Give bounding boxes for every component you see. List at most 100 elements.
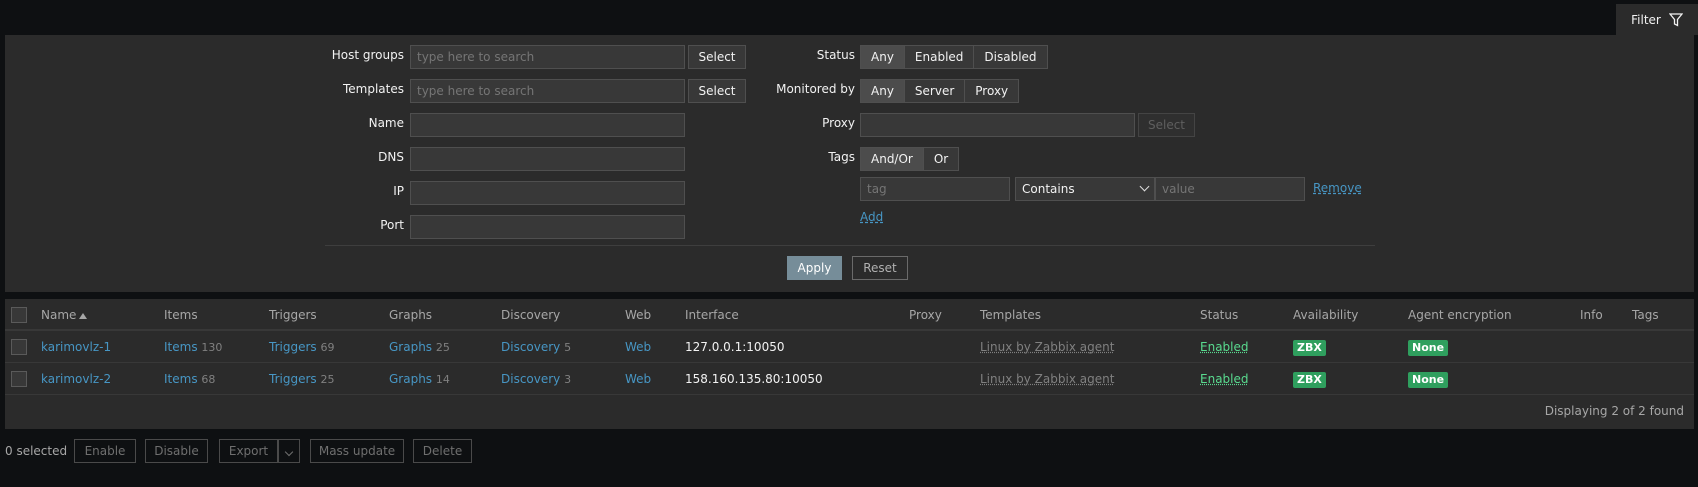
apply-button[interactable]: Apply [787, 256, 842, 280]
status-any-option[interactable]: Any [861, 46, 904, 68]
chevron-down-icon [284, 447, 294, 457]
template-link[interactable]: Linux by Zabbix agent [980, 331, 1114, 363]
tags-or-option[interactable]: Or [922, 148, 959, 170]
items-cell: Items 130 [164, 331, 222, 364]
table-row: karimovlz-2 Items 68 Triggers 25 Graphs … [5, 363, 1694, 395]
graphs-link[interactable]: Graphs [389, 372, 432, 386]
header-graphs: Graphs [389, 308, 433, 322]
name-label: Name [368, 116, 404, 130]
dns-input[interactable] [410, 147, 685, 171]
export-dropdown-button[interactable] [278, 439, 300, 463]
items-count: 130 [201, 341, 223, 354]
chevron-down-icon [1139, 181, 1150, 192]
discovery-cell: Discovery 5 [501, 331, 571, 364]
filter-tab[interactable]: Filter [1616, 4, 1698, 35]
monitored-by-label: Monitored by [776, 82, 855, 96]
tags-andor-option[interactable]: And/Or [861, 148, 923, 170]
graphs-cell: Graphs 25 [389, 331, 450, 364]
mass-update-button[interactable]: Mass update [310, 439, 404, 463]
host-groups-select-button[interactable]: Select [688, 45, 746, 69]
encryption-badge: None [1408, 339, 1449, 356]
web-link[interactable]: Web [625, 363, 651, 395]
proxy-select-button[interactable]: Select [1138, 113, 1195, 137]
header-interface: Interface [685, 308, 739, 322]
status-toggle[interactable]: Enabled [1200, 363, 1249, 395]
export-button[interactable]: Export [219, 439, 278, 463]
host-groups-label: Host groups [331, 48, 404, 62]
tags-label: Tags [828, 150, 855, 164]
status-toggle[interactable]: Enabled [1200, 331, 1249, 363]
items-link[interactable]: Items [164, 340, 198, 354]
tag-value-input[interactable] [1155, 177, 1305, 201]
discovery-link[interactable]: Discovery [501, 340, 560, 354]
row-checkbox[interactable] [11, 339, 27, 355]
header-items: Items [164, 308, 198, 322]
status-disabled-option[interactable]: Disabled [973, 46, 1047, 68]
host-groups-input[interactable] [410, 45, 685, 69]
header-info: Info [1580, 308, 1603, 322]
header-triggers: Triggers [269, 308, 317, 322]
discovery-link[interactable]: Discovery [501, 372, 560, 386]
hosts-table: Name Items Triggers Graphs Discovery Web… [5, 299, 1694, 429]
name-input[interactable] [410, 113, 685, 137]
proxy-input[interactable] [860, 113, 1135, 137]
triggers-link[interactable]: Triggers [269, 340, 317, 354]
host-name-link[interactable]: karimovlz-2 [41, 363, 111, 395]
row-checkbox[interactable] [11, 371, 27, 387]
dns-label: DNS [378, 150, 404, 164]
graphs-link[interactable]: Graphs [389, 340, 432, 354]
header-discovery: Discovery [501, 308, 561, 322]
template-link[interactable]: Linux by Zabbix agent [980, 363, 1114, 395]
header-name[interactable]: Name [41, 299, 88, 331]
tag-operator-value: Contains [1022, 182, 1075, 196]
web-link[interactable]: Web [625, 331, 651, 363]
header-templates: Templates [980, 308, 1042, 322]
triggers-count: 69 [320, 341, 335, 354]
items-count: 68 [201, 373, 216, 386]
zbx-badge: ZBX [1293, 339, 1326, 356]
delete-button[interactable]: Delete [413, 439, 472, 463]
monitored-by-proxy-option[interactable]: Proxy [964, 80, 1019, 102]
reset-button[interactable]: Reset [852, 256, 908, 280]
tag-add-link[interactable]: Add [860, 210, 883, 224]
triggers-link[interactable]: Triggers [269, 372, 317, 386]
templates-select-button[interactable]: Select [688, 79, 746, 103]
status-segmented-control: Any Enabled Disabled [860, 45, 1048, 69]
graphs-count: 14 [435, 373, 450, 386]
availability-cell: ZBX [1293, 331, 1326, 363]
items-link[interactable]: Items [164, 372, 198, 386]
discovery-count: 5 [564, 341, 572, 354]
monitored-by-segmented-control: Any Server Proxy [860, 79, 1020, 103]
ip-input[interactable] [410, 181, 685, 205]
filter-divider [325, 245, 1375, 246]
select-all-checkbox[interactable] [11, 307, 27, 323]
funnel-icon [1668, 12, 1683, 27]
encryption-cell: None [1408, 363, 1449, 395]
table-footer-count: Displaying 2 of 2 found [1544, 404, 1684, 418]
triggers-count: 25 [320, 373, 335, 386]
enable-button[interactable]: Enable [74, 439, 136, 463]
status-enabled-option[interactable]: Enabled [903, 46, 974, 68]
port-input[interactable] [410, 215, 685, 239]
tag-remove-link[interactable]: Remove [1313, 181, 1362, 195]
discovery-cell: Discovery 3 [501, 363, 571, 396]
monitored-by-server-option[interactable]: Server [903, 80, 965, 102]
table-row: karimovlz-1 Items 130 Triggers 69 Graphs… [5, 331, 1694, 363]
filter-panel: Host groups Select Templates Select Name… [5, 35, 1694, 292]
host-name-link[interactable]: karimovlz-1 [41, 331, 111, 363]
header-status[interactable]: Status [1200, 299, 1238, 331]
header-agent-encryption: Agent encryption [1408, 308, 1512, 322]
templates-input[interactable] [410, 79, 685, 103]
tag-input[interactable] [860, 177, 1010, 201]
status-label: Status [816, 48, 855, 62]
interface-value: 158.160.135.80:10050 [685, 372, 823, 386]
tag-operator-select[interactable]: Contains [1015, 177, 1155, 201]
filter-tab-label: Filter [1631, 12, 1661, 27]
triggers-cell: Triggers 69 [269, 331, 334, 364]
port-label: Port [380, 218, 404, 232]
disable-button[interactable]: Disable [145, 439, 208, 463]
header-availability: Availability [1293, 308, 1359, 322]
selected-count: 0 selected [5, 444, 68, 458]
encryption-cell: None [1408, 331, 1449, 363]
monitored-by-any-option[interactable]: Any [861, 80, 904, 102]
